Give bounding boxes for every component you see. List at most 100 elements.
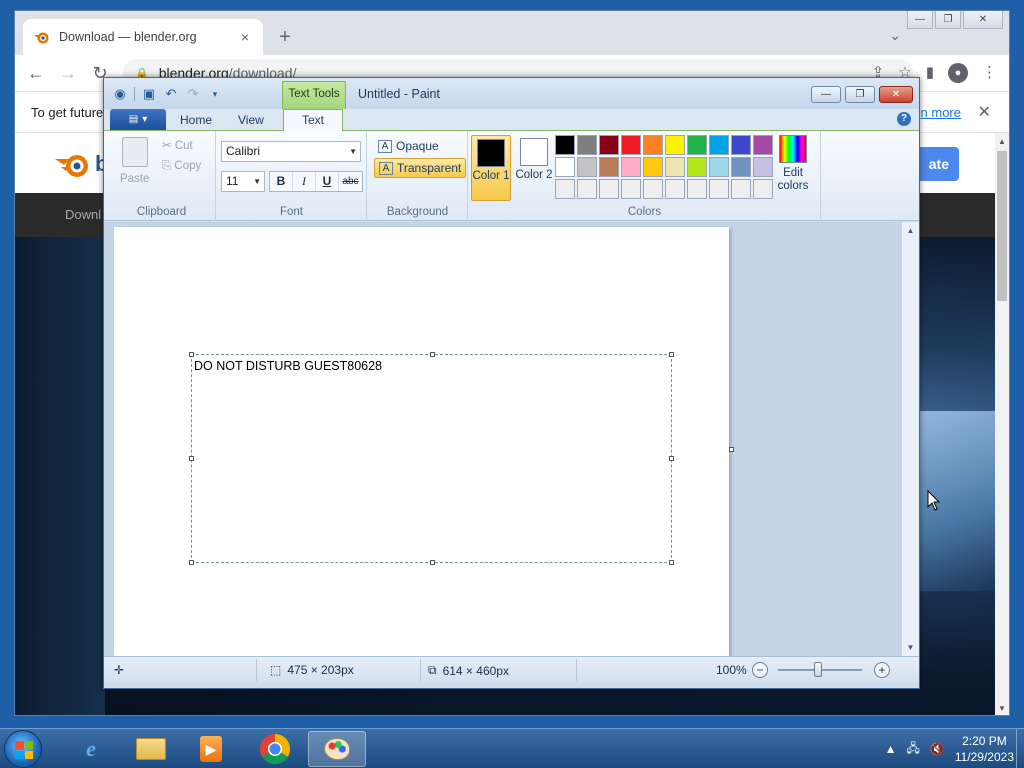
volume-muted-icon[interactable]: 🔇 — [930, 742, 945, 756]
color1-selector[interactable]: Color 1 — [471, 135, 511, 201]
resize-handle[interactable] — [189, 560, 194, 565]
profile-avatar[interactable]: ● — [948, 63, 968, 83]
palette-swatch[interactable] — [599, 179, 619, 199]
cut-button[interactable]: ✂ Cut — [162, 138, 193, 152]
drawing-canvas[interactable]: DO NOT DISTURB GUEST80628 — [114, 227, 729, 656]
resize-handle[interactable] — [669, 352, 674, 357]
save-icon[interactable]: ▣ — [141, 86, 157, 102]
resize-handle[interactable] — [430, 352, 435, 357]
palette-swatch[interactable] — [709, 157, 729, 177]
browser-close-button[interactable]: ✕ — [963, 11, 1003, 29]
palette-swatch[interactable] — [753, 157, 773, 177]
side-panel-icon[interactable]: ▮ — [926, 63, 934, 83]
menu-dots-icon[interactable]: ⋮ — [982, 63, 997, 83]
redo-icon[interactable]: ↷ — [185, 86, 201, 102]
font-size-dropdown[interactable]: 11 ▼ — [221, 171, 265, 192]
forward-button[interactable]: → — [55, 63, 81, 84]
tab-text[interactable]: Text — [283, 109, 343, 132]
clock[interactable]: 2:20 PM 11/29/2023 — [955, 733, 1014, 765]
palette-swatch[interactable] — [709, 135, 729, 155]
palette-swatch[interactable] — [555, 157, 575, 177]
canvas-scrollbar[interactable]: ▲ ▼ — [902, 222, 919, 656]
canvas-resize-handle[interactable] — [729, 447, 734, 452]
browser-minimize-button[interactable]: — — [907, 11, 933, 29]
palette-swatch[interactable] — [599, 135, 619, 155]
palette-swatch[interactable] — [665, 135, 685, 155]
palette-swatch[interactable] — [753, 179, 773, 199]
palette-swatch[interactable] — [687, 179, 707, 199]
paint-menu-button[interactable]: ▤ ▾ — [110, 109, 166, 130]
palette-swatch[interactable] — [599, 157, 619, 177]
palette-swatch[interactable] — [555, 135, 575, 155]
palette-swatch[interactable] — [665, 179, 685, 199]
resize-handle[interactable] — [669, 560, 674, 565]
palette-swatch[interactable] — [709, 179, 729, 199]
palette-swatch[interactable] — [643, 179, 663, 199]
paint-close-button[interactable]: ✕ — [879, 86, 913, 103]
palette-swatch[interactable] — [621, 157, 641, 177]
network-icon[interactable]: 🖧 — [906, 739, 919, 760]
zoom-slider-thumb[interactable] — [814, 662, 822, 677]
start-button[interactable] — [4, 730, 42, 768]
copy-button[interactable]: ⎘ Copy — [162, 160, 201, 173]
palette-swatch[interactable] — [731, 179, 751, 199]
tab-view[interactable]: View — [238, 113, 264, 127]
internet-explorer-icon[interactable]: e — [62, 731, 120, 767]
palette-swatch[interactable] — [643, 157, 663, 177]
customize-qat-icon[interactable]: ▾ — [207, 86, 223, 102]
italic-button[interactable]: I — [293, 172, 316, 191]
palette-swatch[interactable] — [643, 135, 663, 155]
undo-icon[interactable]: ↶ — [163, 86, 179, 102]
palette-swatch[interactable] — [687, 135, 707, 155]
browser-restore-button[interactable]: ❐ — [935, 11, 961, 29]
palette-swatch[interactable] — [687, 157, 707, 177]
tray-expand-icon[interactable]: ▲ — [885, 742, 897, 756]
scroll-down-icon[interactable]: ▼ — [995, 704, 1009, 713]
palette-swatch[interactable] — [577, 179, 597, 199]
underline-button[interactable]: U — [316, 172, 339, 191]
paste-icon[interactable] — [122, 137, 148, 167]
tab-close-icon[interactable]: × — [237, 29, 253, 45]
strikethrough-button[interactable]: abc — [339, 172, 362, 191]
scroll-thumb[interactable] — [997, 151, 1007, 301]
browser-tab-blender[interactable]: Download — blender.org × — [23, 19, 263, 55]
info-bar-learn-more-link[interactable]: n more — [921, 105, 961, 120]
tab-home[interactable]: Home — [180, 113, 212, 127]
info-bar-close-icon[interactable]: ✕ — [978, 102, 991, 122]
new-tab-button[interactable]: + — [273, 25, 297, 49]
paste-button[interactable]: Paste — [120, 173, 149, 185]
help-icon[interactable]: ? — [897, 112, 911, 126]
palette-swatch[interactable] — [621, 135, 641, 155]
palette-swatch[interactable] — [731, 157, 751, 177]
paint-maximize-button[interactable]: ❐ — [845, 86, 875, 103]
paint-minimize-button[interactable]: — — [811, 86, 841, 103]
scroll-up-icon[interactable]: ▲ — [902, 226, 919, 235]
file-explorer-icon[interactable] — [122, 731, 180, 767]
edit-colors-button[interactable]: Edit colors — [773, 133, 813, 193]
palette-swatch[interactable] — [555, 179, 575, 199]
transparent-option[interactable]: A Transparent — [374, 158, 467, 178]
bold-button[interactable]: B — [270, 172, 293, 191]
scroll-down-icon[interactable]: ▼ — [902, 643, 919, 652]
palette-swatch[interactable] — [621, 179, 641, 199]
font-family-dropdown[interactable]: Calibri ▼ — [221, 141, 361, 162]
show-desktop-button[interactable] — [1016, 729, 1024, 768]
media-player-icon[interactable]: ▶ — [182, 731, 240, 767]
zoom-out-button[interactable]: − — [752, 662, 768, 678]
paint-taskbar-icon[interactable] — [308, 731, 366, 767]
back-button[interactable]: ← — [23, 63, 49, 84]
tab-search-icon[interactable]: ⌄ — [889, 27, 901, 44]
palette-swatch[interactable] — [577, 157, 597, 177]
palette-swatch[interactable] — [753, 135, 773, 155]
resize-handle[interactable] — [669, 456, 674, 461]
resize-handle[interactable] — [430, 560, 435, 565]
color2-selector[interactable]: Color 2 — [515, 135, 553, 199]
resize-handle[interactable] — [189, 352, 194, 357]
canvas-text[interactable]: DO NOT DISTURB GUEST80628 — [194, 359, 382, 373]
zoom-in-button[interactable]: + — [874, 662, 890, 678]
page-scrollbar[interactable]: ▲ ▼ — [995, 133, 1009, 715]
palette-swatch[interactable] — [665, 157, 685, 177]
scroll-up-icon[interactable]: ▲ — [995, 137, 1009, 146]
palette-swatch[interactable] — [577, 135, 597, 155]
chrome-icon[interactable] — [246, 731, 304, 767]
